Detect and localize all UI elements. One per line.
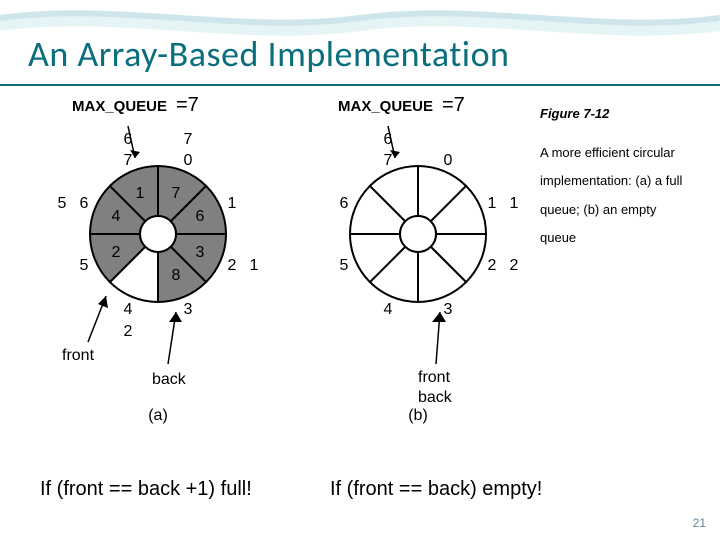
idx-b-7: 7 <box>384 152 393 169</box>
val-a-0: 7 <box>172 185 181 202</box>
idx-a-6: 6 <box>80 195 89 212</box>
caption-line-2: implementation: (a) a full <box>540 173 682 188</box>
idx-b-1: 1 <box>488 195 497 212</box>
val-a-7: 1 <box>136 185 145 202</box>
idx-a-5: 5 <box>80 257 89 274</box>
page-number: 21 <box>693 516 706 530</box>
title-underline <box>0 84 720 86</box>
idx-a-1: 1 <box>228 195 237 212</box>
circular-queue-b: 0 1 2 3 4 5 6 7 1 2 6 front back <box>288 104 548 434</box>
idx-b-4: 4 <box>384 301 393 318</box>
front-label-a: front <box>62 347 95 364</box>
sublabel-b: (b) <box>408 407 428 424</box>
val-a-3: 8 <box>172 267 181 284</box>
out-a-6: 5 <box>58 195 67 212</box>
caption-line-1: A more efficient circular <box>540 145 675 160</box>
out-a-0: 7 <box>184 131 193 148</box>
circular-queue-a: 0 1 2 3 4 5 6 7 7 6 3 8 2 4 1 7 1 2 <box>28 104 288 434</box>
idx-b-3: 3 <box>444 301 453 318</box>
out-a-4: 2 <box>124 323 133 340</box>
back-label-a: back <box>152 371 187 388</box>
val-a-1: 6 <box>196 208 205 225</box>
figure-caption: Figure 7-12 A more efficient circular im… <box>540 100 700 253</box>
sublabel-a: (a) <box>148 407 168 424</box>
condition-full: If (front == back +1) full! <box>40 478 252 501</box>
idx-b-6: 6 <box>340 195 349 212</box>
idx-a-2: 2 <box>228 257 237 274</box>
caption-line-3: queue; (b) an empty <box>540 202 656 217</box>
condition-empty: If (front == back) empty! <box>330 478 542 501</box>
back-label-b: back <box>418 389 453 406</box>
idx-b-2: 2 <box>488 257 497 274</box>
idx-a-0: 0 <box>184 152 193 169</box>
figure-number: Figure 7-12 <box>540 100 700 129</box>
idx-b-5: 5 <box>340 257 349 274</box>
idx-b-0: 0 <box>444 152 453 169</box>
idx-a-3: 3 <box>184 301 193 318</box>
val-a-6: 4 <box>112 208 121 225</box>
front-label-b: front <box>418 369 451 386</box>
idx-a-4: 4 <box>124 301 133 318</box>
val-a-5: 2 <box>112 244 121 261</box>
caption-line-4: queue <box>540 230 576 245</box>
val-a-2: 3 <box>196 244 205 261</box>
out-a-2: 1 <box>250 257 259 274</box>
out-b-1: 1 <box>510 195 519 212</box>
page-title: An Array-Based Implementation <box>28 32 509 76</box>
idx-a-7: 7 <box>124 152 133 169</box>
out-b-3: 2 <box>510 257 519 274</box>
